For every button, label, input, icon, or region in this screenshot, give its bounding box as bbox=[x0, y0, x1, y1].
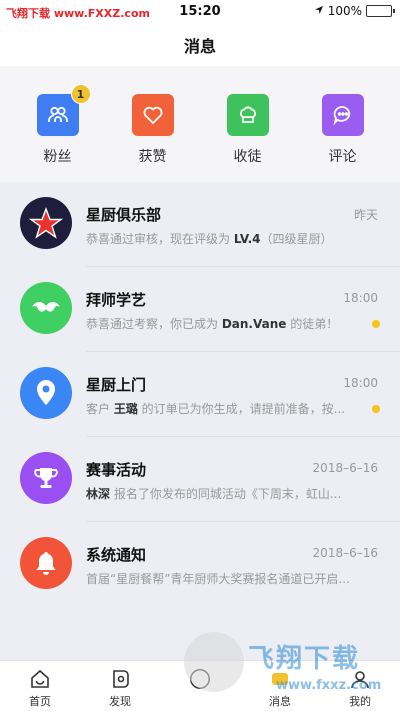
message-title: 星厨俱乐部 bbox=[86, 206, 162, 224]
fans-badge: 1 bbox=[70, 84, 91, 104]
quick-action-comments[interactable]: 评论 bbox=[303, 66, 383, 182]
list-item-system-notice[interactable]: 系统通知 2018–6–16 首届“星厨餐帮”青年厨师大奖赛报名通道已开启... bbox=[0, 522, 400, 607]
watermark-url: www.fxxz.com bbox=[276, 678, 382, 693]
bell-icon bbox=[20, 537, 72, 589]
tab-discover[interactable]: 发现 bbox=[90, 661, 150, 711]
message-time: 18:00 bbox=[343, 291, 378, 305]
message-preview: 恭喜通过审核，现在评级为 LV.4（四级星厨） bbox=[86, 230, 364, 247]
quick-action-label: 获赞 bbox=[138, 149, 167, 165]
preview-text: 客户 bbox=[86, 402, 114, 416]
trophy-icon bbox=[20, 452, 72, 504]
chef-hat-icon bbox=[226, 94, 269, 136]
watermark-overlay: 飞翔下载 www.fxxz.com bbox=[180, 632, 386, 711]
watermark-title: 飞翔下载 bbox=[248, 644, 361, 674]
message-title: 拜师学艺 bbox=[86, 291, 147, 309]
nav-header: 消息 bbox=[0, 24, 400, 66]
quick-actions: 1 粉丝 获赞 收徒 评论 bbox=[0, 66, 400, 182]
message-time: 昨天 bbox=[353, 208, 378, 222]
message-preview: 首届“星厨餐帮”青年厨师大奖赛报名通道已开启... bbox=[86, 570, 364, 587]
fans-icon: 1 bbox=[36, 84, 91, 136]
star-icon bbox=[20, 197, 72, 249]
preview-text: （四级星厨） bbox=[260, 232, 333, 246]
watermark-logo bbox=[184, 632, 244, 692]
preview-text: 报名了你发布的同城活动《下周末，虹山... bbox=[110, 487, 342, 501]
tab-label: 首页 bbox=[29, 695, 51, 708]
page-title: 消息 bbox=[183, 37, 216, 56]
message-preview: 客户 王璐 的订单已为你生成，请提前准备，按... bbox=[86, 400, 364, 417]
message-time: 18:00 bbox=[343, 376, 378, 390]
message-title: 星厨上门 bbox=[86, 376, 147, 394]
pin-center bbox=[42, 385, 50, 393]
quick-action-label: 粉丝 bbox=[43, 149, 72, 165]
preview-highlight: Dan.Vane bbox=[221, 317, 287, 331]
list-item-apprenticeship[interactable]: 拜师学艺 18:00 恭喜通过考察，你已成为 Dan.Vane 的徒弟！ bbox=[0, 267, 400, 352]
heart-icon bbox=[131, 94, 174, 136]
status-right: 100% bbox=[314, 4, 395, 18]
mustache-icon bbox=[20, 282, 72, 334]
discover-icon bbox=[108, 667, 132, 691]
message-title: 系统通知 bbox=[86, 546, 147, 564]
message-title: 赛事活动 bbox=[86, 461, 147, 479]
message-preview: 林深 报名了你发布的同城活动《下周末，虹山... bbox=[86, 485, 364, 502]
preview-highlight: LV.4 bbox=[233, 232, 261, 246]
message-preview: 恭喜通过考察，你已成为 Dan.Vane 的徒弟！ bbox=[86, 315, 364, 332]
list-item-home-chef[interactable]: 星厨上门 18:00 客户 王璐 的订单已为你生成，请提前准备，按... bbox=[0, 352, 400, 437]
list-item-events[interactable]: 赛事活动 2018–6–16 林深 报名了你发布的同城活动《下周末，虹山... bbox=[0, 437, 400, 522]
unread-dot bbox=[372, 320, 380, 328]
quick-action-apprentice[interactable]: 收徒 bbox=[208, 66, 288, 182]
preview-text: 首届“星厨餐帮”青年厨师大奖赛报名通道已开启... bbox=[86, 572, 350, 586]
preview-text: 的徒弟！ bbox=[286, 317, 339, 331]
location-pin-icon bbox=[20, 367, 72, 419]
tab-label: 发现 bbox=[109, 695, 131, 708]
battery-icon bbox=[366, 5, 395, 17]
preview-text: 恭喜通过审核，现在评级为 bbox=[86, 232, 234, 246]
message-list: 星厨俱乐部 昨天 恭喜通过审核，现在评级为 LV.4（四级星厨） 拜师学艺 18… bbox=[0, 182, 400, 660]
message-time: 2018–6–16 bbox=[312, 546, 378, 560]
battery-percent: 100% bbox=[327, 4, 362, 18]
home-icon bbox=[28, 667, 52, 691]
message-time: 2018–6–16 bbox=[312, 461, 378, 475]
preview-text: 恭喜通过考察，你已成为 bbox=[86, 317, 222, 331]
quick-action-label: 评论 bbox=[328, 149, 357, 165]
unread-dot bbox=[372, 405, 380, 413]
location-arrow-icon bbox=[314, 4, 324, 18]
preview-highlight: 林深 bbox=[86, 487, 111, 501]
comment-icon bbox=[321, 94, 364, 136]
quick-action-fans[interactable]: 1 粉丝 bbox=[18, 66, 98, 182]
quick-action-likes[interactable]: 获赞 bbox=[113, 66, 193, 182]
status-bar: 飞翔下载 www.FXXZ.com 15:20 100% bbox=[0, 0, 400, 24]
preview-highlight: 王璐 bbox=[113, 402, 138, 416]
list-item-star-chef-club[interactable]: 星厨俱乐部 昨天 恭喜通过审核，现在评级为 LV.4（四级星厨） bbox=[0, 182, 400, 267]
preview-text: 的订单已为你生成，请提前准备，按... bbox=[137, 402, 346, 416]
tab-home[interactable]: 首页 bbox=[10, 661, 70, 711]
quick-action-label: 收徒 bbox=[233, 149, 262, 165]
